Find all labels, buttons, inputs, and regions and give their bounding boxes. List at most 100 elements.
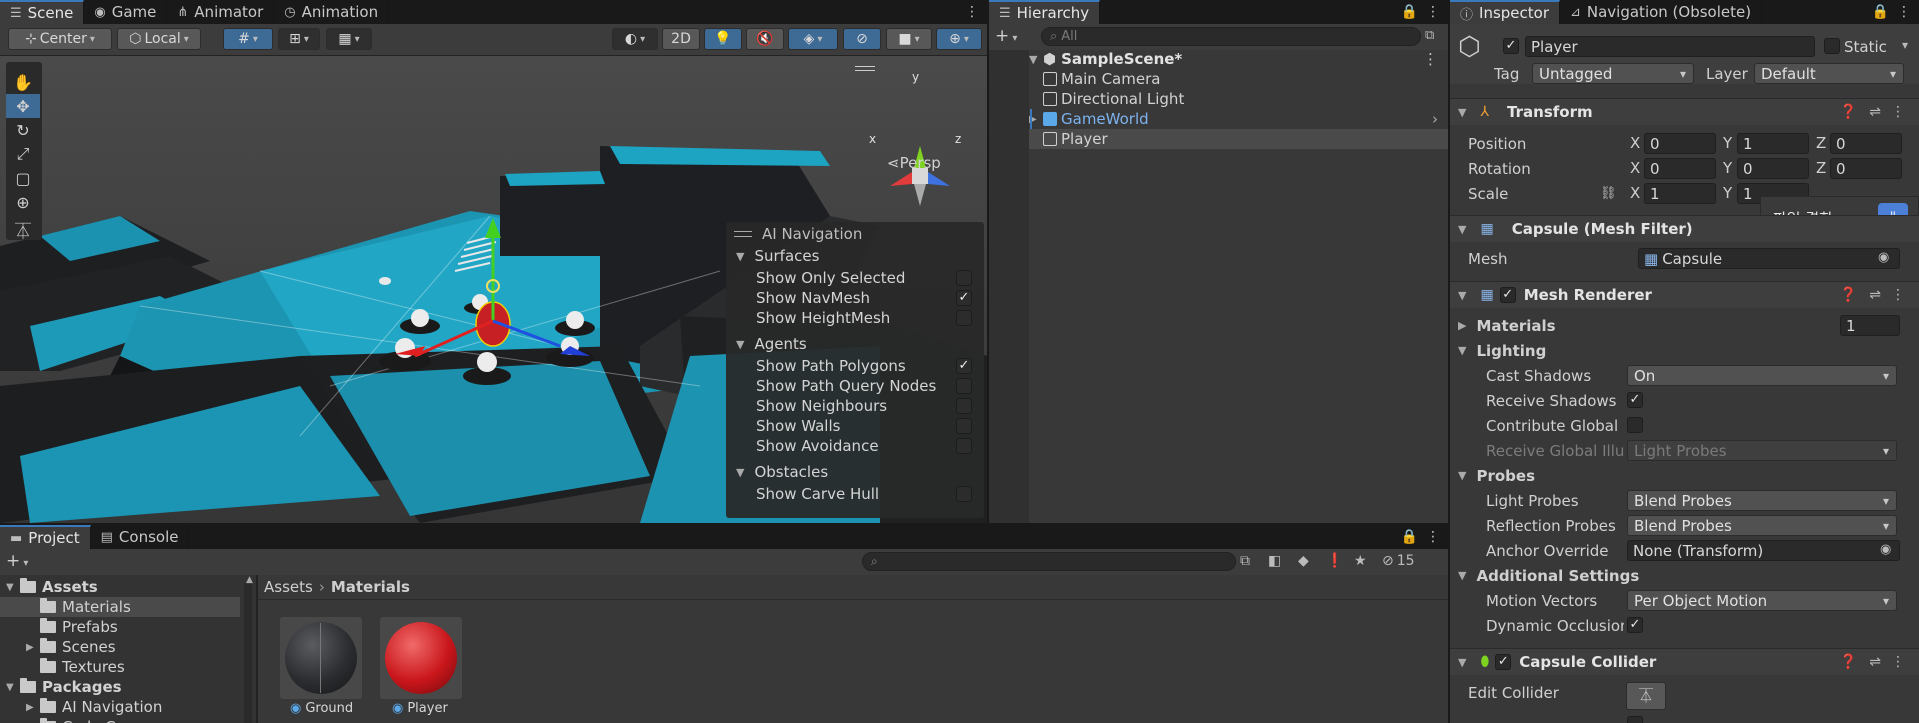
ai-nav-checkbox[interactable] — [956, 486, 972, 502]
motion-vectors-dropdown[interactable]: Per Object Motion — [1627, 590, 1897, 611]
rect-tool[interactable]: ▢ — [6, 166, 40, 190]
asset-player-thumb[interactable] — [380, 617, 462, 699]
tree-scrollbar[interactable] — [244, 583, 252, 723]
scene-visibility-button[interactable]: ⊘ — [843, 28, 881, 50]
favorites-star-icon[interactable]: ★ — [1354, 553, 1367, 569]
effects-button[interactable]: ◈ ▾ — [788, 28, 838, 50]
ai-nav-checkbox[interactable]: ✓ — [956, 358, 972, 374]
project-tree-item[interactable]: Materials — [0, 597, 240, 617]
rotation-z-label[interactable]: Z — [1816, 159, 1826, 177]
scene-menu-icon[interactable]: ⋮ — [1423, 50, 1438, 68]
tab-inspector[interactable]: ⓘ Inspector — [1450, 0, 1560, 24]
project-search-input[interactable]: ⌕ — [862, 552, 1236, 571]
mesh-filter-header[interactable]: ▼ ▦ Capsule (Mesh Filter) — [1450, 215, 1919, 242]
hierarchy-item-player[interactable]: Player — [1029, 129, 1448, 149]
ai-nav-checkbox[interactable] — [956, 310, 972, 326]
constrain-proportions-icon[interactable]: ⛓ — [1600, 186, 1617, 201]
panel-divider[interactable] — [987, 0, 989, 523]
2d-toggle-button[interactable]: 2D — [662, 28, 700, 50]
project-tree-item[interactable]: Prefabs — [0, 617, 240, 637]
overlay-handle-icon[interactable] — [855, 66, 875, 71]
active-checkbox[interactable]: ✓ — [1503, 38, 1519, 54]
move-tool[interactable]: ✥ — [6, 94, 40, 118]
position-z-label[interactable]: Z — [1816, 134, 1826, 152]
ai-nav-checkbox[interactable] — [956, 398, 972, 414]
enabled-checkbox[interactable]: ✓ — [1499, 287, 1516, 303]
chevron-down-icon[interactable]: ▾ — [1902, 38, 1908, 52]
hierarchy-item-gameworld[interactable]: ▶ GameWorld › — [1029, 109, 1448, 129]
receive-shadows-checkbox[interactable]: ✓ — [1627, 392, 1643, 408]
inspector-menu-icon[interactable]: ⋮ — [1897, 4, 1919, 24]
position-x-field[interactable]: 0 — [1644, 133, 1716, 154]
ai-nav-section-obstacles[interactable]: ▼ Obstacles — [736, 462, 984, 482]
tab-navigation-obsolete[interactable]: ⊿ Navigation (Obsolete) — [1560, 0, 1763, 24]
lock-icon[interactable]: 🔒 — [1401, 4, 1426, 24]
breadcrumb-assets[interactable]: Assets — [264, 578, 313, 596]
component-menu-icon[interactable]: ⋮ — [1891, 287, 1905, 303]
lighting-toggle-button[interactable]: 💡 — [704, 28, 742, 50]
rotation-y-field[interactable]: 0 — [1737, 158, 1809, 179]
tab-animation[interactable]: ◷ Animation — [274, 0, 390, 24]
tab-scene[interactable]: ☰ Scene — [0, 0, 85, 24]
capsule-collider-header[interactable]: ▼ ⬮ ✓ Capsule Collider ❓ ⇌ ⋮ — [1450, 648, 1919, 675]
project-tree-item[interactable]: Textures — [0, 657, 240, 677]
position-y-label[interactable]: Y — [1723, 134, 1732, 152]
enabled-checkbox[interactable]: ✓ — [1495, 654, 1512, 670]
rotation-z-field[interactable]: 0 — [1830, 158, 1902, 179]
camera-settings-button[interactable]: ■ ▾ — [886, 28, 932, 50]
ai-nav-checkbox[interactable] — [956, 270, 972, 286]
project-tree-item[interactable]: ▼ Assets — [0, 577, 240, 597]
scale-x-field[interactable]: 1 — [1644, 183, 1716, 204]
grid-snap-button[interactable]: # ▾ — [223, 28, 273, 50]
tab-animator[interactable]: ⋔ Animator — [167, 0, 275, 24]
pivot-rotation-dropdown[interactable]: ⬡ Local ▾ — [117, 28, 201, 50]
preset-icon[interactable]: ⇌ — [1869, 104, 1881, 120]
search-by-type-icon[interactable]: ⧉ — [1240, 553, 1250, 569]
object-name-field[interactable]: Player — [1525, 36, 1815, 57]
ai-nav-section-agents[interactable]: ▼ Agents — [736, 334, 984, 354]
project-tree-item[interactable]: ▶ Scenes — [0, 637, 240, 657]
chevron-right-icon[interactable]: › — [1432, 110, 1438, 128]
help-icon[interactable]: ❓ — [1840, 287, 1857, 303]
help-icon[interactable]: ❓ — [1840, 654, 1857, 670]
asset-ground-label[interactable]: ◉ Ground — [290, 701, 353, 716]
splitter[interactable] — [256, 575, 258, 723]
additional-settings-section[interactable]: ▼ Additional Settings — [1450, 563, 1919, 588]
project-menu-icon[interactable]: ⋮ — [1426, 529, 1448, 549]
ai-nav-checkbox[interactable] — [956, 438, 972, 454]
hierarchy-item-main-camera[interactable]: Main Camera — [1043, 69, 1448, 89]
scene-search-icon[interactable]: ⧉ — [1425, 28, 1434, 43]
breadcrumb-materials[interactable]: Materials — [331, 578, 410, 596]
rotation-x-label[interactable]: X — [1630, 159, 1640, 177]
create-add-button[interactable]: + ▾ — [995, 26, 1017, 46]
tab-hierarchy[interactable]: ☰ Hierarchy — [989, 0, 1101, 24]
gizmos-button[interactable]: ⊕ ▾ — [936, 28, 982, 50]
position-y-field[interactable]: 1 — [1737, 133, 1809, 154]
preset-icon[interactable]: ⇌ — [1869, 654, 1881, 670]
hierarchy-item-directional-light[interactable]: Directional Light — [1043, 89, 1448, 109]
filter-by-type-icon[interactable]: ◧ — [1268, 553, 1281, 569]
asset-player-label[interactable]: ◉ Player — [392, 701, 448, 716]
project-tree-item[interactable]: ▼ Packages — [0, 677, 240, 697]
static-checkbox[interactable] — [1824, 38, 1840, 54]
pivot-mode-dropdown[interactable]: ⊹ Center ▾ — [8, 28, 112, 50]
hierarchy-menu-icon[interactable]: ⋮ — [1426, 4, 1448, 24]
probes-section[interactable]: ▼ Probes — [1450, 463, 1919, 488]
tab-project[interactable]: ▬ Project — [0, 525, 91, 549]
ai-nav-checkbox[interactable] — [956, 418, 972, 434]
rotation-y-label[interactable]: Y — [1723, 159, 1732, 177]
draw-mode-button[interactable]: ◐ ▾ — [612, 28, 658, 50]
mesh-renderer-header[interactable]: ▼ ▦ ✓ Mesh Renderer ❓ ⇌ ⋮ — [1450, 281, 1919, 308]
preset-icon[interactable]: ⇌ — [1869, 287, 1881, 303]
scale-tool[interactable]: ⤢ — [6, 142, 40, 166]
tab-game[interactable]: ◉ Game — [84, 0, 168, 24]
project-tree-item[interactable]: ▶ AI Navigation — [0, 697, 240, 717]
scroll-up-icon[interactable]: ▲ — [246, 575, 253, 585]
label-tag-icon[interactable]: ◆ — [1298, 553, 1309, 569]
project-tree-item[interactable]: ▶Code Coverage — [0, 717, 240, 723]
is-trigger-checkbox[interactable] — [1627, 716, 1643, 723]
tag-dropdown[interactable]: Untagged — [1532, 63, 1694, 84]
ai-nav-section-surfaces[interactable]: ▼ Surfaces — [736, 246, 984, 266]
materials-count-field[interactable]: 1 — [1840, 315, 1900, 336]
ai-nav-checkbox[interactable]: ✓ — [956, 290, 972, 306]
